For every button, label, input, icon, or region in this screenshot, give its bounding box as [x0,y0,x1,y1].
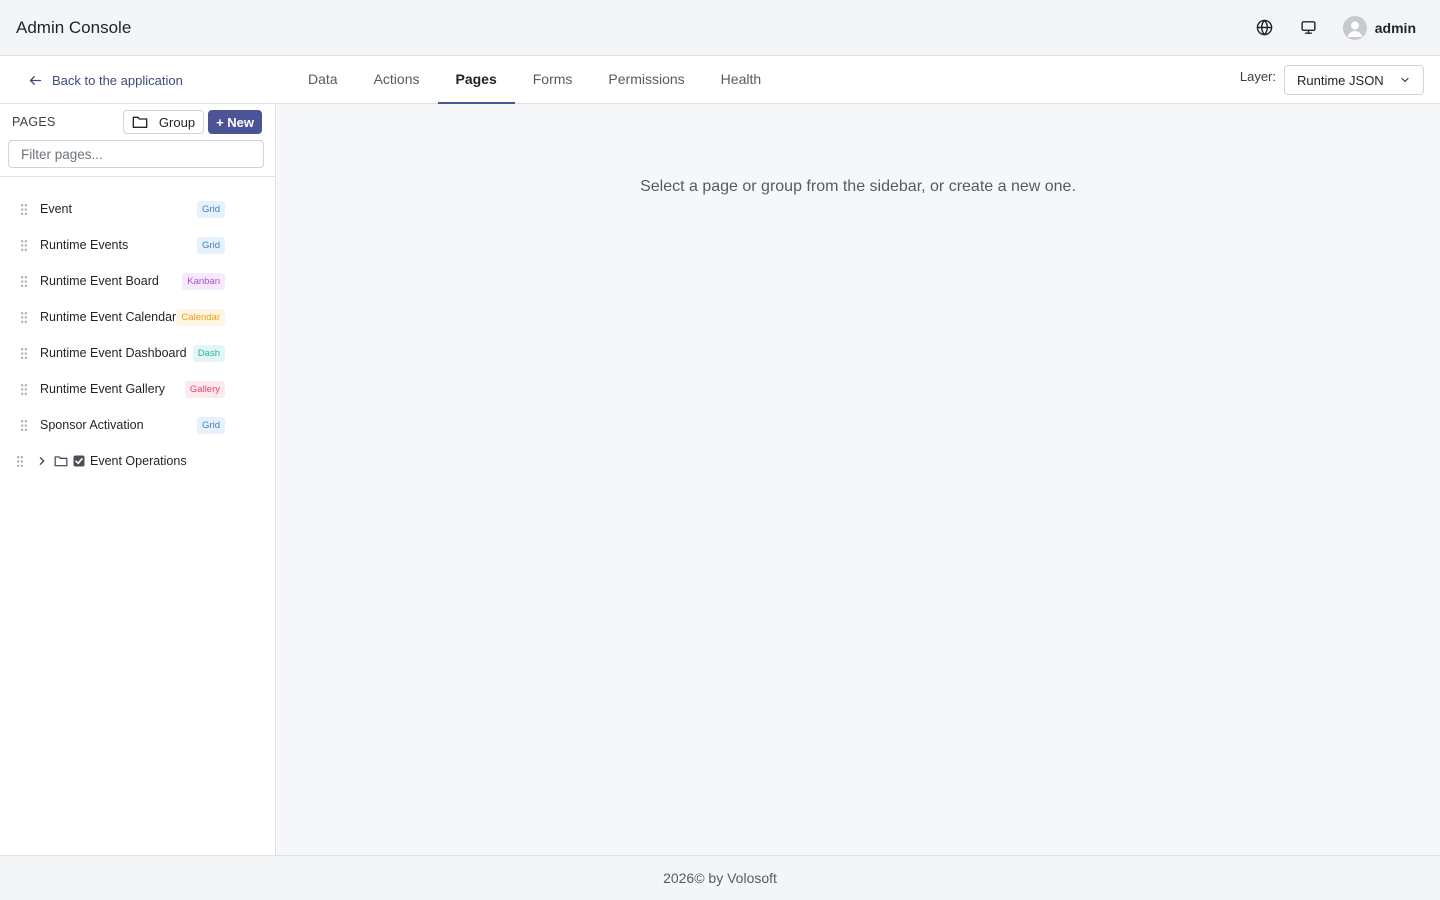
sub-navigation: Back to the application Data Actions Pag… [0,56,1440,104]
empty-state-message: Select a page or group from the sidebar,… [640,178,1076,195]
tab-pages[interactable]: Pages [437,56,515,104]
globe-icon[interactable] [1255,18,1275,38]
drag-handle-icon[interactable] [20,203,28,215]
chevron-right-icon[interactable] [37,456,47,466]
monitor-icon[interactable] [1299,18,1319,38]
tab-bar: Data Actions Pages Forms Permissions Hea… [290,56,779,104]
filter-pages-input[interactable] [8,140,264,168]
page-type-badge: Grid [197,236,225,254]
page-item-runtime-event-gallery[interactable]: Runtime Event Gallery Gallery [0,371,275,407]
folder-icon [132,116,148,128]
tab-health[interactable]: Health [703,56,779,104]
page-item-label: Runtime Event Dashboard [40,346,187,360]
pages-sidebar: PAGES Group + New Event Grid Runtime Eve… [0,104,276,855]
page-type-badge: Calendar [176,308,225,326]
new-page-button[interactable]: + New [208,110,262,134]
page-item-label: Runtime Event Calendar [40,310,177,324]
sidebar-title: PAGES [12,115,56,129]
add-group-label: Group [158,114,196,130]
group-item-event-operations[interactable]: Event Operations [0,443,275,479]
checkbox-checked-icon [73,455,85,467]
drag-handle-icon[interactable] [20,347,28,359]
group-item-label: Event Operations [90,454,187,468]
page-item-event[interactable]: Event Grid [0,191,275,227]
page-list: Event Grid Runtime Events Grid Runtime E… [0,191,275,479]
drag-handle-icon[interactable] [20,275,28,287]
page-item-runtime-event-board[interactable]: Runtime Event Board Kanban [0,263,275,299]
drag-handle-icon[interactable] [16,455,24,467]
page-item-label: Runtime Event Board [40,274,159,288]
back-to-application-link[interactable]: Back to the application [28,56,183,104]
drag-handle-icon[interactable] [20,419,28,431]
page-item-label: Runtime Events [40,238,129,252]
page-item-runtime-events[interactable]: Runtime Events Grid [0,227,275,263]
page-type-badge: Grid [197,416,225,434]
page-type-badge: Grid [197,200,225,218]
page-type-badge: Dash [192,344,225,362]
tab-permissions[interactable]: Permissions [590,56,702,104]
page-item-label: Sponsor Activation [40,418,144,432]
page-item-label: Event [40,202,72,216]
top-bar: Admin Console admin [0,0,1440,56]
drag-handle-icon[interactable] [20,311,28,323]
layer-select[interactable]: Runtime JSON [1284,65,1424,95]
arrow-left-icon [29,75,42,85]
page-type-badge: Gallery [184,380,225,398]
username: admin [1374,19,1416,36]
page-item-label: Runtime Event Gallery [40,382,166,396]
tab-forms[interactable]: Forms [515,56,591,104]
user-avatar-icon [1342,15,1367,40]
page-item-runtime-event-dashboard[interactable]: Runtime Event Dashboard Dash [0,335,275,371]
footer: 2026© by Volosoft [0,855,1440,900]
layer-label: Layer: [1239,69,1276,84]
back-link-label: Back to the application [52,72,183,88]
top-bar-actions: admin [1255,15,1424,40]
layer-select-value: Runtime JSON [1297,72,1384,88]
app-title: Admin Console [16,17,132,37]
drag-handle-icon[interactable] [20,239,28,251]
page-type-badge: Kanban [182,272,225,290]
sidebar-header: PAGES Group + New [12,110,262,134]
tab-actions[interactable]: Actions [356,56,438,104]
page-item-runtime-event-calendar[interactable]: Runtime Event Calendar Calendar [0,299,275,335]
layer-selector: Layer: Runtime JSON [1240,65,1424,95]
sidebar-divider [0,176,275,177]
drag-handle-icon[interactable] [20,383,28,395]
chevron-down-icon [1399,74,1411,86]
page-item-sponsor-activation[interactable]: Sponsor Activation Grid [0,407,275,443]
user-menu[interactable]: admin [1342,15,1416,40]
tab-data[interactable]: Data [290,56,356,104]
folder-icon [54,455,68,467]
add-group-button[interactable]: Group [122,110,205,134]
footer-text: 2026© by Volosoft [663,870,777,886]
